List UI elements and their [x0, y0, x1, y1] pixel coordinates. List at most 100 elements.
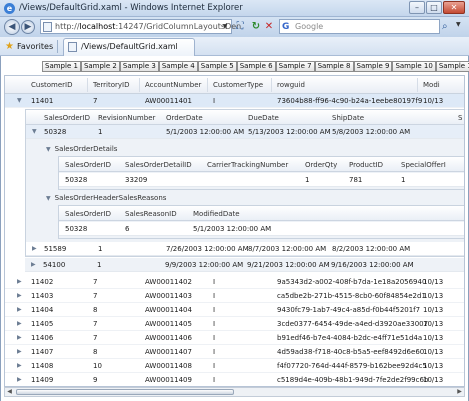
- cell-rowguid: c5189d4e-409b-48b1-949d-7fe2de2f99c6b: [277, 376, 429, 384]
- search-dropdown-icon[interactable]: ▼: [456, 21, 461, 28]
- column-header-modifieddate[interactable]: ModifiedDate: [193, 210, 240, 218]
- cell-modified: 10/13: [423, 320, 444, 328]
- expand-icon[interactable]: ▶: [17, 362, 22, 369]
- column-header-orderqty[interactable]: OrderQty: [305, 161, 337, 169]
- cell-modified: 10/13: [423, 306, 444, 314]
- search-box[interactable]: G Google: [279, 19, 440, 34]
- table-row[interactable]: ▶ 11406 7 AW00011406 I b91edf46-b7e4-408…: [5, 331, 464, 345]
- cell-rowguid: 9430fc79-1ab7-49c4-a85d-f0b44f5201f7: [277, 306, 421, 314]
- column-header-s[interactable]: S: [458, 114, 462, 122]
- favorites-button[interactable]: ★ Favorites: [5, 40, 53, 53]
- back-button[interactable]: ◀: [4, 19, 20, 35]
- table-row-expanded[interactable]: ▼ 11401 7 AW00011401 I 73604b88-ff96-4c9…: [5, 94, 464, 108]
- table-row[interactable]: ▶ 11405 7 AW00011405 I 3cde0377-6454-49d…: [5, 317, 464, 331]
- expand-icon[interactable]: ▶: [17, 376, 22, 383]
- column-header-modified[interactable]: Modi: [423, 81, 440, 89]
- browser-tab[interactable]: /Views/DefaultGrid.xaml: [63, 38, 195, 56]
- scroll-left-icon[interactable]: ◀: [5, 388, 14, 396]
- cell-accountnumber: AW00011404: [145, 306, 192, 314]
- expand-icon[interactable]: ▶: [17, 278, 22, 285]
- stop-icon[interactable]: ✕: [263, 20, 275, 33]
- forward-button[interactable]: ▶: [21, 20, 35, 34]
- order-row[interactable]: ▶ 51589 1 7/26/2003 12:00:00 AM 8/7/2003…: [26, 242, 464, 256]
- column-header-customerid[interactable]: CustomerID: [31, 81, 72, 89]
- collapse-icon[interactable]: ▼: [17, 97, 22, 104]
- sample-6-button[interactable]: Sample 6: [236, 61, 276, 72]
- search-icon[interactable]: ⌕: [442, 20, 454, 33]
- column-header-accountnumber[interactable]: AccountNumber: [145, 81, 201, 89]
- sample-2-button[interactable]: Sample 2: [80, 61, 120, 72]
- address-bar[interactable]: http://localhost:14247/GridColumnLayouts…: [40, 19, 241, 34]
- sample-3-button[interactable]: Sample 3: [119, 61, 159, 72]
- sample-5-button[interactable]: Sample 5: [197, 61, 237, 72]
- expand-icon[interactable]: ▶: [17, 306, 22, 313]
- cell-shipdate: 8/2/2003 12:00:00 AM: [332, 245, 411, 253]
- cell-customerid: 11406: [31, 334, 54, 342]
- cell-specialofferid: 1: [401, 176, 406, 184]
- table-row[interactable]: 50328 33209 1 781 1: [59, 173, 464, 187]
- column-header-shipdate[interactable]: ShipDate: [332, 114, 364, 122]
- expand-icon[interactable]: ▶: [31, 261, 36, 268]
- column-header-revisionnumber[interactable]: RevisionNumber: [98, 114, 155, 122]
- cell-revisionnumber: 1: [97, 261, 102, 269]
- order-row[interactable]: ▶ 54100 1 9/9/2003 12:00:00 AM 9/21/2003…: [25, 258, 464, 272]
- expand-icon[interactable]: ▶: [32, 245, 37, 252]
- column-header-customertype[interactable]: CustomerType: [213, 81, 263, 89]
- column-header-salesorderdetailid[interactable]: SalesOrderDetailID: [125, 161, 192, 169]
- sample-4-button[interactable]: Sample 4: [158, 61, 198, 72]
- cell-modified: 10/13: [423, 97, 444, 105]
- favorites-separator: [57, 40, 58, 53]
- table-row[interactable]: ▶ 11407 8 AW00011407 I 4d59ad38-f718-40c…: [5, 345, 464, 359]
- column-header-salesreasonid[interactable]: SalesReasonID: [125, 210, 177, 218]
- expand-icon[interactable]: ▶: [17, 334, 22, 341]
- table-row[interactable]: ▶ 11408 10 AW00011408 I f4f07720-764d-44…: [5, 359, 464, 373]
- cell-customerid: 11402: [31, 278, 54, 286]
- refresh-icon[interactable]: ↻: [250, 20, 262, 33]
- column-header-duedate[interactable]: DueDate: [248, 114, 279, 122]
- cell-duedate: 9/21/2003 12:00:00 AM: [247, 261, 330, 269]
- expand-icon[interactable]: ▶: [17, 292, 22, 299]
- cell-territoryid: 7: [93, 278, 98, 286]
- table-row[interactable]: 50328 6 5/1/2003 12:00:00 AM: [59, 222, 464, 236]
- column-header-salesorderid[interactable]: SalesOrderID: [44, 114, 90, 122]
- table-row[interactable]: ▶ 11402 7 AW00011402 I 9a5343d2-a002-408…: [5, 275, 464, 289]
- collapse-icon[interactable]: ▼: [46, 195, 51, 202]
- maximize-button[interactable]: □: [426, 1, 442, 14]
- sample-7-button[interactable]: Sample 7: [275, 61, 315, 72]
- table-row[interactable]: ▶ 11409 9 AW00011409 I c5189d4e-409b-48b…: [5, 373, 464, 386]
- order-row-expanded[interactable]: ▼ 50328 1 5/1/2003 12:00:00 AM 5/13/2003…: [26, 125, 464, 139]
- address-dropdown-icon[interactable]: ▼: [220, 21, 230, 32]
- column-divider: [139, 78, 140, 92]
- column-header-rowguid[interactable]: rowguid: [277, 81, 305, 89]
- table-row[interactable]: ▶ 11403 7 AW00011403 I ca5dbe2b-271b-451…: [5, 289, 464, 303]
- sample-8-button[interactable]: Sample 8: [314, 61, 354, 72]
- column-header-specialofferid[interactable]: SpecialOfferI: [401, 161, 446, 169]
- column-header-productid[interactable]: ProductID: [349, 161, 383, 169]
- column-header-carriertrackingnumber[interactable]: CarrierTrackingNumber: [207, 161, 288, 169]
- sample-9-button[interactable]: Sample 9: [353, 61, 393, 72]
- column-header-salesorderid[interactable]: SalesOrderID: [65, 161, 111, 169]
- collapse-icon[interactable]: ▼: [32, 128, 37, 135]
- sales-reasons-table: SalesOrderID SalesReasonID ModifiedDate …: [58, 205, 464, 239]
- minimize-button[interactable]: –: [409, 1, 425, 14]
- expand-icon[interactable]: ▶: [17, 320, 22, 327]
- cell-salesorderid: 54100: [43, 261, 66, 269]
- page-icon: [43, 22, 52, 32]
- close-window-button[interactable]: ✕: [443, 1, 465, 14]
- sample-1-button[interactable]: Sample 1: [42, 61, 81, 72]
- scroll-right-icon[interactable]: ▶: [455, 388, 464, 396]
- scrollbar-thumb[interactable]: [16, 389, 234, 395]
- sample-11-button[interactable]: Sample 11: [435, 61, 469, 72]
- cell-duedate: 5/13/2003 12:00:00 AM: [248, 128, 331, 136]
- cell-customertype: I: [213, 97, 216, 105]
- column-header-territoryid[interactable]: TerritoryID: [93, 81, 129, 89]
- column-header-salesorderid[interactable]: SalesOrderID: [65, 210, 111, 218]
- table-row[interactable]: ▶ 11404 8 AW00011404 I 9430fc79-1ab7-49c…: [5, 303, 464, 317]
- collapse-icon[interactable]: ▼: [46, 146, 51, 153]
- horizontal-scrollbar[interactable]: ◀ ▶: [4, 387, 465, 397]
- expand-icon[interactable]: ▶: [17, 348, 22, 355]
- sample-10-button[interactable]: Sample 10: [392, 61, 436, 72]
- column-header-orderdate[interactable]: OrderDate: [166, 114, 203, 122]
- address-url[interactable]: http://localhost:14247/GridColumnLayouts…: [55, 22, 241, 31]
- compatibility-view-icon[interactable]: ⛶: [234, 20, 246, 33]
